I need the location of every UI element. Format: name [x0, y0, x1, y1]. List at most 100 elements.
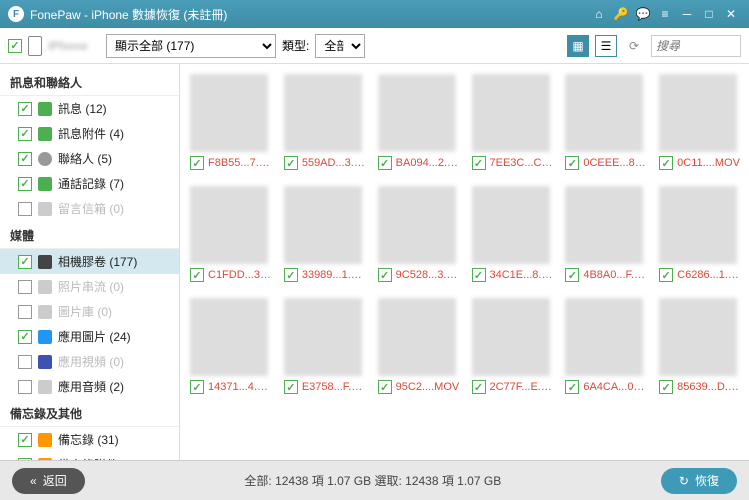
list-view-button[interactable]: ☰ [595, 35, 617, 57]
thumbnail-checkbox[interactable] [472, 156, 486, 170]
thumbnail-filename: F8B55...7.JPG [208, 157, 272, 169]
item-label: 訊息附件 (4) [58, 125, 169, 142]
sidebar-item[interactable]: 聯絡人 (5) [0, 146, 179, 171]
thumbnail-caption: E3758...F.JPG [284, 380, 370, 394]
thumbnail-caption: 9C528...3.JPG [378, 268, 464, 282]
sidebar-item[interactable]: 備忘錄附件 (8) [0, 452, 179, 460]
item-checkbox[interactable] [18, 202, 32, 216]
item-checkbox[interactable] [18, 127, 32, 141]
thumbnail[interactable]: 0CEEE...8.JPG [565, 74, 651, 170]
refresh-icon[interactable]: ⟳ [623, 35, 645, 57]
thumbnail-checkbox[interactable] [190, 268, 204, 282]
thumbnail[interactable]: 2C77F...E.JPG [472, 298, 558, 394]
thumbnail-checkbox[interactable] [190, 156, 204, 170]
thumbnail-image [472, 298, 550, 376]
thumbnail[interactable]: BA094...2.JPG [378, 74, 464, 170]
thumbnail-checkbox[interactable] [284, 268, 298, 282]
thumbnail-filename: 0CEEE...8.JPG [583, 157, 647, 169]
show-dropdown[interactable]: 顯示全部 (177) [106, 34, 276, 58]
ico-stream-icon [38, 280, 52, 294]
thumbnail[interactable]: 33989...1.JPG [284, 186, 370, 282]
item-label: 備忘錄 (31) [58, 431, 169, 448]
menu-icon[interactable]: ≡ [655, 4, 675, 24]
sidebar-item[interactable]: 應用音頻 (2) [0, 374, 179, 399]
thumbnail[interactable]: 4B8A0...F.JPG [565, 186, 651, 282]
sidebar-item[interactable]: 照片串流 (0) [0, 274, 179, 299]
item-checkbox[interactable] [18, 433, 32, 447]
back-button[interactable]: « 返回 [12, 468, 85, 494]
sidebar-item[interactable]: 相機膠卷 (177) [0, 249, 179, 274]
thumbnail[interactable]: 559AD...3.JPG [284, 74, 370, 170]
thumbnail[interactable]: 0C11....MOV [659, 74, 745, 170]
thumbnail-filename: 559AD...3.JPG [302, 157, 366, 169]
thumbnail[interactable]: C1FDD...3.JPG [190, 186, 276, 282]
grid-view-button[interactable]: ▦ [567, 35, 589, 57]
item-checkbox[interactable] [18, 177, 32, 191]
thumbnail-filename: 33989...1.JPG [302, 269, 366, 281]
thumbnail[interactable]: F8B55...7.JPG [190, 74, 276, 170]
item-checkbox[interactable] [18, 255, 32, 269]
maximize-icon[interactable]: □ [699, 4, 719, 24]
thumbnail-checkbox[interactable] [284, 380, 298, 394]
thumbnail-checkbox[interactable] [659, 268, 673, 282]
thumbnail[interactable]: 85639...D.JPG [659, 298, 745, 394]
thumbnail[interactable]: 95C2....MOV [378, 298, 464, 394]
device-label: iPhone [48, 39, 88, 53]
thumbnail[interactable]: 34C1E...8.THM [472, 186, 558, 282]
close-icon[interactable]: ✕ [721, 4, 741, 24]
thumbnail-checkbox[interactable] [284, 156, 298, 170]
sidebar-item[interactable]: 應用視頻 (0) [0, 349, 179, 374]
thumbnail-checkbox[interactable] [472, 268, 486, 282]
thumbnail-checkbox[interactable] [190, 380, 204, 394]
thumbnail-image [472, 186, 550, 264]
toolbar: iPhone 顯示全部 (177) 類型: 全部 ▦ ☰ ⟳ [0, 28, 749, 64]
thumbnail-filename: C6286...1.JPG [677, 269, 741, 281]
thumbnail-filename: 6A4CA...0.JPG [583, 381, 647, 393]
ico-msg-icon [38, 102, 52, 116]
thumbnail-caption: 6A4CA...0.JPG [565, 380, 651, 394]
thumbnail-image [378, 298, 456, 376]
thumbnail-checkbox[interactable] [565, 156, 579, 170]
thumbnail-checkbox[interactable] [565, 380, 579, 394]
thumbnail-checkbox[interactable] [565, 268, 579, 282]
sidebar-item[interactable]: 通話記錄 (7) [0, 171, 179, 196]
thumbnail-filename: BA094...2.JPG [396, 157, 460, 169]
group-header: 備忘錄及其他 [0, 399, 179, 427]
item-checkbox[interactable] [18, 152, 32, 166]
item-checkbox[interactable] [18, 280, 32, 294]
thumbnail[interactable]: E3758...F.JPG [284, 298, 370, 394]
item-checkbox[interactable] [18, 330, 32, 344]
thumbnail[interactable]: 7EE3C...C.JPG [472, 74, 558, 170]
thumbnail-checkbox[interactable] [378, 156, 392, 170]
key-icon[interactable]: 🔑 [611, 4, 631, 24]
item-checkbox[interactable] [18, 380, 32, 394]
type-dropdown[interactable]: 全部 [315, 34, 365, 58]
thumbnail-image [565, 298, 643, 376]
thumbnail-caption: 33989...1.JPG [284, 268, 370, 282]
thumbnail-checkbox[interactable] [659, 380, 673, 394]
sidebar-item[interactable]: 應用圖片 (24) [0, 324, 179, 349]
item-checkbox[interactable] [18, 305, 32, 319]
thumbnail[interactable]: 9C528...3.JPG [378, 186, 464, 282]
sidebar-item[interactable]: 圖片庫 (0) [0, 299, 179, 324]
thumbnail-checkbox[interactable] [659, 156, 673, 170]
sidebar-item[interactable]: 訊息附件 (4) [0, 121, 179, 146]
thumbnail-checkbox[interactable] [472, 380, 486, 394]
home-icon[interactable]: ⌂ [589, 4, 609, 24]
thumbnail-checkbox[interactable] [378, 268, 392, 282]
sidebar-item[interactable]: 備忘錄 (31) [0, 427, 179, 452]
thumbnail[interactable]: 6A4CA...0.JPG [565, 298, 651, 394]
sidebar-item[interactable]: 訊息 (12) [0, 96, 179, 121]
search-input[interactable] [651, 35, 741, 57]
thumbnail-checkbox[interactable] [378, 380, 392, 394]
item-checkbox[interactable] [18, 102, 32, 116]
thumbnail-filename: 9C528...3.JPG [396, 269, 460, 281]
minimize-icon[interactable]: ─ [677, 4, 697, 24]
item-checkbox[interactable] [18, 355, 32, 369]
thumbnail[interactable]: 14371...4.JPG [190, 298, 276, 394]
device-checkbox[interactable] [8, 39, 22, 53]
thumbnail[interactable]: C6286...1.JPG [659, 186, 745, 282]
feedback-icon[interactable]: 💬 [633, 4, 653, 24]
sidebar-item[interactable]: 留言信箱 (0) [0, 196, 179, 221]
recover-button[interactable]: ↻ 恢復 [661, 468, 737, 494]
